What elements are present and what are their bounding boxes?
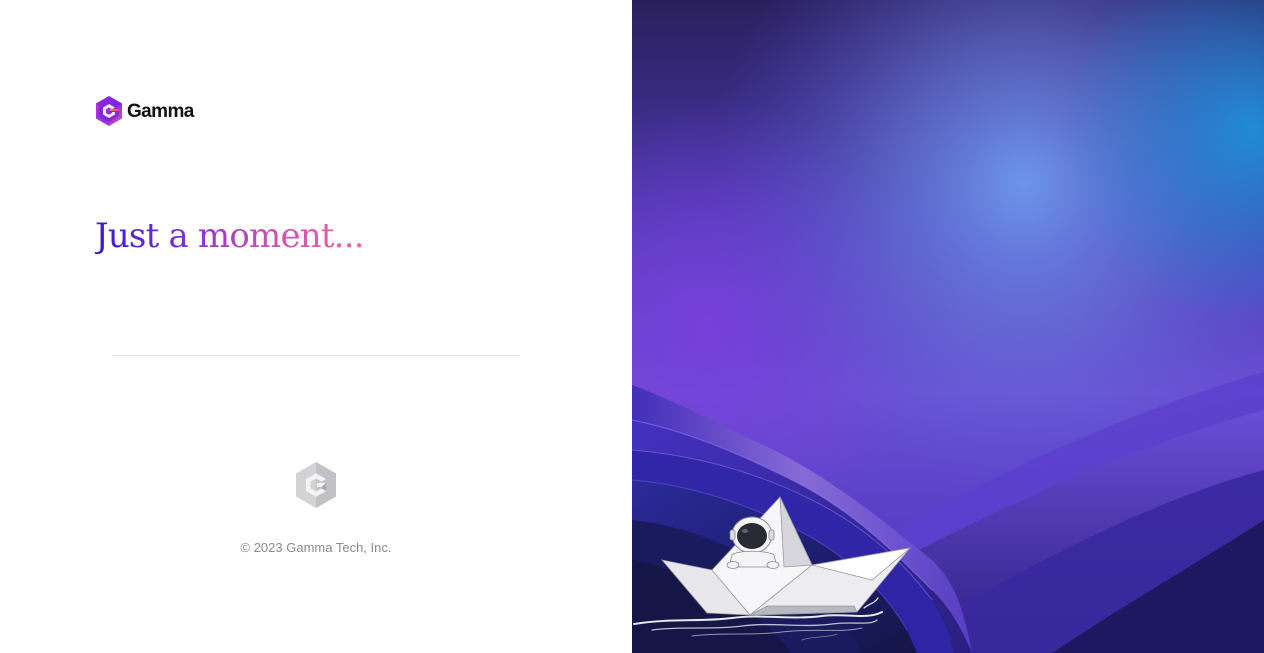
illustration-panel (632, 0, 1264, 653)
copyright-text: © 2023 Gamma Tech, Inc. (240, 540, 392, 555)
left-panel: Gamma Just a moment... © 2023 Gamma Tech… (0, 0, 632, 653)
page: Gamma Just a moment... © 2023 Gamma Tech… (0, 0, 1264, 653)
gamma-logo-icon (96, 96, 122, 126)
brand-name: Gamma (127, 100, 194, 122)
brand[interactable]: Gamma (95, 95, 194, 127)
divider (112, 355, 520, 356)
astronaut-paper-boat-illustration (632, 0, 1264, 653)
gamma-logo-grey-icon (296, 462, 336, 508)
loading-title: Just a moment... (95, 212, 365, 260)
